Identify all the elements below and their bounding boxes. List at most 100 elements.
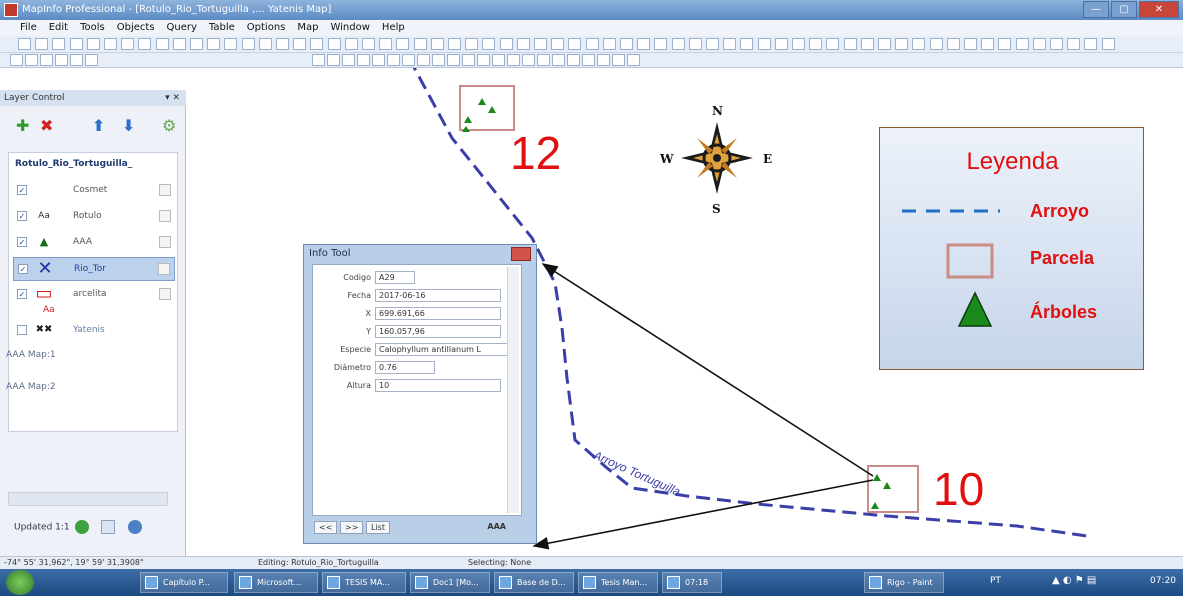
drawing-tool-button[interactable] xyxy=(582,54,595,66)
map-tab-1[interactable]: AAA Map:1 xyxy=(6,350,56,360)
toolbar-button[interactable] xyxy=(448,38,461,50)
field-value[interactable]: Calophyllum antillanum L xyxy=(375,343,513,356)
toolbar-button[interactable] xyxy=(757,38,771,50)
drawing-tool-button[interactable] xyxy=(40,54,53,66)
toolbar-button[interactable] xyxy=(172,38,186,50)
list-button[interactable]: List xyxy=(366,521,390,534)
toolbar-button[interactable] xyxy=(86,38,100,50)
toolbar-button[interactable] xyxy=(465,38,479,50)
field-value[interactable]: 2017-06-16 xyxy=(375,289,501,302)
toolbar-button[interactable] xyxy=(69,38,83,50)
drawing-tool-button[interactable] xyxy=(462,54,475,66)
layer-row-rio-tor[interactable]: ✓ ✕ Rio_Tor xyxy=(13,257,175,281)
field-value[interactable]: 10 xyxy=(375,379,501,392)
toolbar-button[interactable] xyxy=(396,38,410,50)
layer-visibility-checkbox[interactable]: ✓ xyxy=(17,185,27,195)
selecting-status[interactable]: Selecting: None xyxy=(468,557,531,569)
add-layer-icon[interactable]: ✚ xyxy=(16,118,29,134)
toolbar-button[interactable] xyxy=(1032,38,1046,50)
taskbar-item[interactable]: Base de D... xyxy=(494,572,574,593)
toolbar-button[interactable] xyxy=(809,38,823,50)
language-indicator[interactable]: PT xyxy=(990,576,1001,586)
drawing-tool-button[interactable] xyxy=(342,54,355,66)
layer-visibility-checkbox[interactable]: ✓ xyxy=(17,237,27,247)
toolbar-button[interactable] xyxy=(52,38,66,50)
toolbar-button[interactable] xyxy=(276,38,289,50)
close-button[interactable]: ✕ xyxy=(1139,1,1179,18)
taskbar-item[interactable]: Capítulo P... xyxy=(140,572,228,593)
remove-layer-icon[interactable]: ✖ xyxy=(40,118,53,134)
toolbar-button[interactable] xyxy=(568,38,582,50)
menu-tools[interactable]: Tools xyxy=(80,20,105,36)
field-value[interactable]: 160.057,96 xyxy=(375,325,501,338)
toolbar-button[interactable] xyxy=(740,38,754,50)
layer-row-cosmet[interactable]: ✓ Cosmet xyxy=(13,179,175,203)
drawing-tool-button[interactable] xyxy=(327,54,340,66)
toolbar-button[interactable] xyxy=(860,38,874,50)
layer-row-aaa[interactable]: ✓ ▲ AAA xyxy=(13,231,175,255)
toolbar-button[interactable] xyxy=(258,38,272,50)
toolbar-button[interactable] xyxy=(1050,38,1063,50)
taskbar-item[interactable]: Microsoft... xyxy=(234,572,318,593)
map-tab-2[interactable]: AAA Map:2 xyxy=(6,382,56,392)
start-button[interactable] xyxy=(6,570,34,595)
maximize-button[interactable]: ▢ xyxy=(1111,1,1137,18)
toolbar-button[interactable] xyxy=(671,38,685,50)
settings-icon[interactable] xyxy=(128,520,143,534)
toolbar-button[interactable] xyxy=(207,38,221,50)
refresh-icon[interactable] xyxy=(74,520,89,534)
taskbar-item[interactable]: TESIS MA... xyxy=(322,572,406,593)
drawing-tool-button[interactable] xyxy=(402,54,415,66)
taskbar-item[interactable]: Doc1 [Mo... xyxy=(410,572,490,593)
toolbar-button[interactable] xyxy=(362,38,375,50)
menu-options[interactable]: Options xyxy=(247,20,286,36)
toolbar-button[interactable] xyxy=(585,38,599,50)
toolbar-button[interactable] xyxy=(1101,38,1115,50)
next-button[interactable]: >> xyxy=(340,521,364,534)
toolbar-button[interactable] xyxy=(18,38,31,50)
editable-icon[interactable] xyxy=(159,288,171,300)
tray-icons[interactable]: ▲ ◐ ⚑ ▤ xyxy=(1052,575,1096,586)
drawing-tool-button[interactable] xyxy=(537,54,550,66)
editable-icon[interactable] xyxy=(159,184,171,196)
field-value[interactable]: 699.691,66 xyxy=(375,307,501,320)
drawing-tool-button[interactable] xyxy=(312,54,325,66)
toolbar-button[interactable] xyxy=(499,38,513,50)
toolbar-button[interactable] xyxy=(895,38,909,50)
drawing-tool-button[interactable] xyxy=(357,54,370,66)
info-tool-close-button[interactable] xyxy=(511,247,531,261)
menu-edit[interactable]: Edit xyxy=(49,20,68,36)
menu-file[interactable]: File xyxy=(20,20,37,36)
info-tool-title[interactable]: Info Tool xyxy=(304,245,536,263)
sidebar-scrollbar[interactable] xyxy=(8,492,168,506)
toolbar-button[interactable] xyxy=(121,38,135,50)
toolbar-button[interactable] xyxy=(723,38,737,50)
toolbar-button[interactable] xyxy=(912,38,926,50)
toolbar-button[interactable] xyxy=(826,38,840,50)
drawing-tool-button[interactable] xyxy=(477,54,490,66)
drawing-tool-button[interactable] xyxy=(70,54,83,66)
toolbar-button[interactable] xyxy=(551,38,565,50)
drawing-tool-button[interactable] xyxy=(85,54,98,66)
taskbar-item[interactable]: 07:18 xyxy=(662,572,722,593)
drawing-tool-button[interactable] xyxy=(387,54,400,66)
toolbar-button[interactable] xyxy=(224,38,238,50)
toolbar-button[interactable] xyxy=(688,38,702,50)
menu-table[interactable]: Table xyxy=(209,20,235,36)
layer-row-rotulo[interactable]: ✓ Aa Rotulo xyxy=(13,205,175,229)
toolbar-button[interactable] xyxy=(155,38,169,50)
toolbar-button[interactable] xyxy=(104,38,117,50)
toolbar-button[interactable] xyxy=(946,38,960,50)
toolbar-button[interactable] xyxy=(241,38,255,50)
drawing-tool-button[interactable] xyxy=(372,54,385,66)
toolbar-button[interactable] xyxy=(774,38,788,50)
layer-properties-icon[interactable]: ⚙ xyxy=(162,118,176,134)
toolbar-button[interactable] xyxy=(981,38,995,50)
layer-visibility-checkbox[interactable]: ✓ xyxy=(18,264,28,274)
toolbar-button[interactable] xyxy=(327,38,341,50)
minimize-button[interactable]: — xyxy=(1083,1,1109,18)
menu-map[interactable]: Map xyxy=(297,20,318,36)
editing-status[interactable]: Editing: Rotulo_Rio_Tortuguilla xyxy=(258,557,379,569)
toolbar-button[interactable] xyxy=(344,38,358,50)
menu-help[interactable]: Help xyxy=(382,20,405,36)
